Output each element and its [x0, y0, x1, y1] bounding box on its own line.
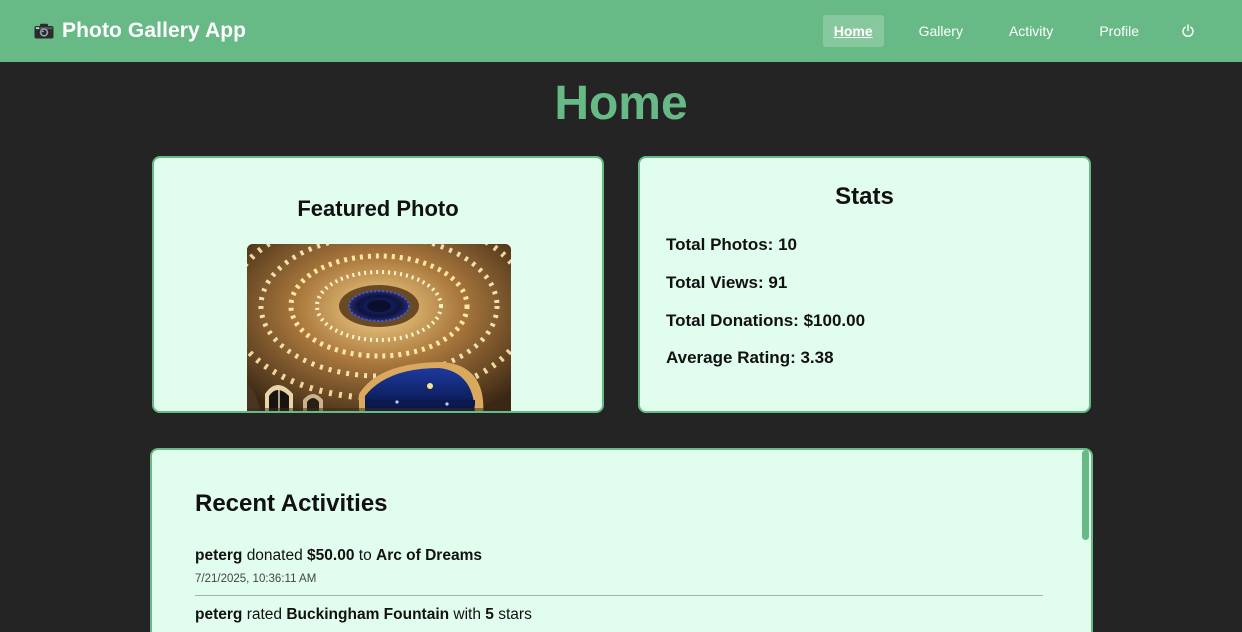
stat-label: Total Views: — [666, 273, 764, 292]
activity-amount: $50.00 — [307, 547, 355, 564]
stats-heading: Stats — [835, 183, 894, 210]
nav-activity-link[interactable]: Activity — [998, 15, 1064, 47]
page-title: Home — [554, 77, 688, 130]
stat-value: 10 — [778, 235, 797, 254]
stats-card: Stats Total Photos: 10 Total Views: 91 T… — [638, 156, 1091, 413]
nav-links: Home Gallery Activity Profile — [822, 15, 1208, 47]
nav-profile-link[interactable]: Profile — [1088, 15, 1150, 47]
activity-text: peterg donated $50.00 to Arc of Dreams — [195, 547, 1043, 565]
power-icon — [1182, 24, 1194, 38]
activity-verb: donated — [246, 547, 303, 564]
activity-user: peterg — [195, 547, 243, 564]
featured-photo-heading: Featured Photo — [297, 196, 459, 221]
activity-text: peterg rated Buckingham Fountain with 5 … — [195, 606, 1043, 624]
stat-label: Total Donations: — [666, 311, 799, 330]
activities-scrollbar[interactable] — [1082, 450, 1089, 540]
stat-label: Total Photos: — [666, 235, 774, 254]
activity-prep: with — [453, 606, 481, 623]
activity-user: peterg — [195, 606, 243, 623]
stat-value: 3.38 — [800, 348, 834, 367]
camera-icon — [34, 23, 54, 39]
stat-value: $100.00 — [803, 311, 866, 330]
app-title: Photo Gallery App — [62, 19, 247, 42]
brand[interactable]: Photo Gallery App — [34, 19, 246, 43]
activity-item: peterg donated $50.00 to Arc of Dreams 7… — [195, 547, 1043, 596]
activity-suffix: stars — [498, 606, 532, 623]
activity-prep: to — [358, 547, 372, 564]
nav-home-link[interactable]: Home — [822, 15, 884, 47]
top-navbar: Photo Gallery App Home Gallery Activity … — [0, 0, 1242, 62]
recent-activities-heading: Recent Activities — [195, 490, 388, 517]
activity-item: peterg rated Buckingham Fountain with 5 … — [195, 606, 1043, 624]
activity-target: Buckingham Fountain — [286, 606, 450, 623]
stat-label: Average Rating: — [666, 348, 796, 367]
activity-target: Arc of Dreams — [376, 547, 482, 564]
activity-verb: rated — [246, 606, 283, 623]
stat-total-photos: Total Photos: 10 — [666, 235, 797, 255]
recent-activities-card: Recent Activities peterg donated $50.00 … — [150, 448, 1093, 632]
stat-total-views: Total Views: 91 — [666, 273, 787, 293]
stat-total-donations: Total Donations: $100.00 — [666, 311, 865, 331]
logout-button[interactable] — [1168, 16, 1208, 46]
stat-average-rating: Average Rating: 3.38 — [666, 348, 834, 368]
featured-photo-image[interactable] — [247, 244, 511, 411]
activity-stars: 5 — [485, 606, 494, 623]
featured-photo-card: Featured Photo — [152, 156, 604, 413]
nav-gallery-link[interactable]: Gallery — [908, 15, 974, 47]
activity-timestamp: 7/21/2025, 10:36:11 AM — [195, 573, 317, 585]
stat-value: 91 — [768, 273, 788, 292]
